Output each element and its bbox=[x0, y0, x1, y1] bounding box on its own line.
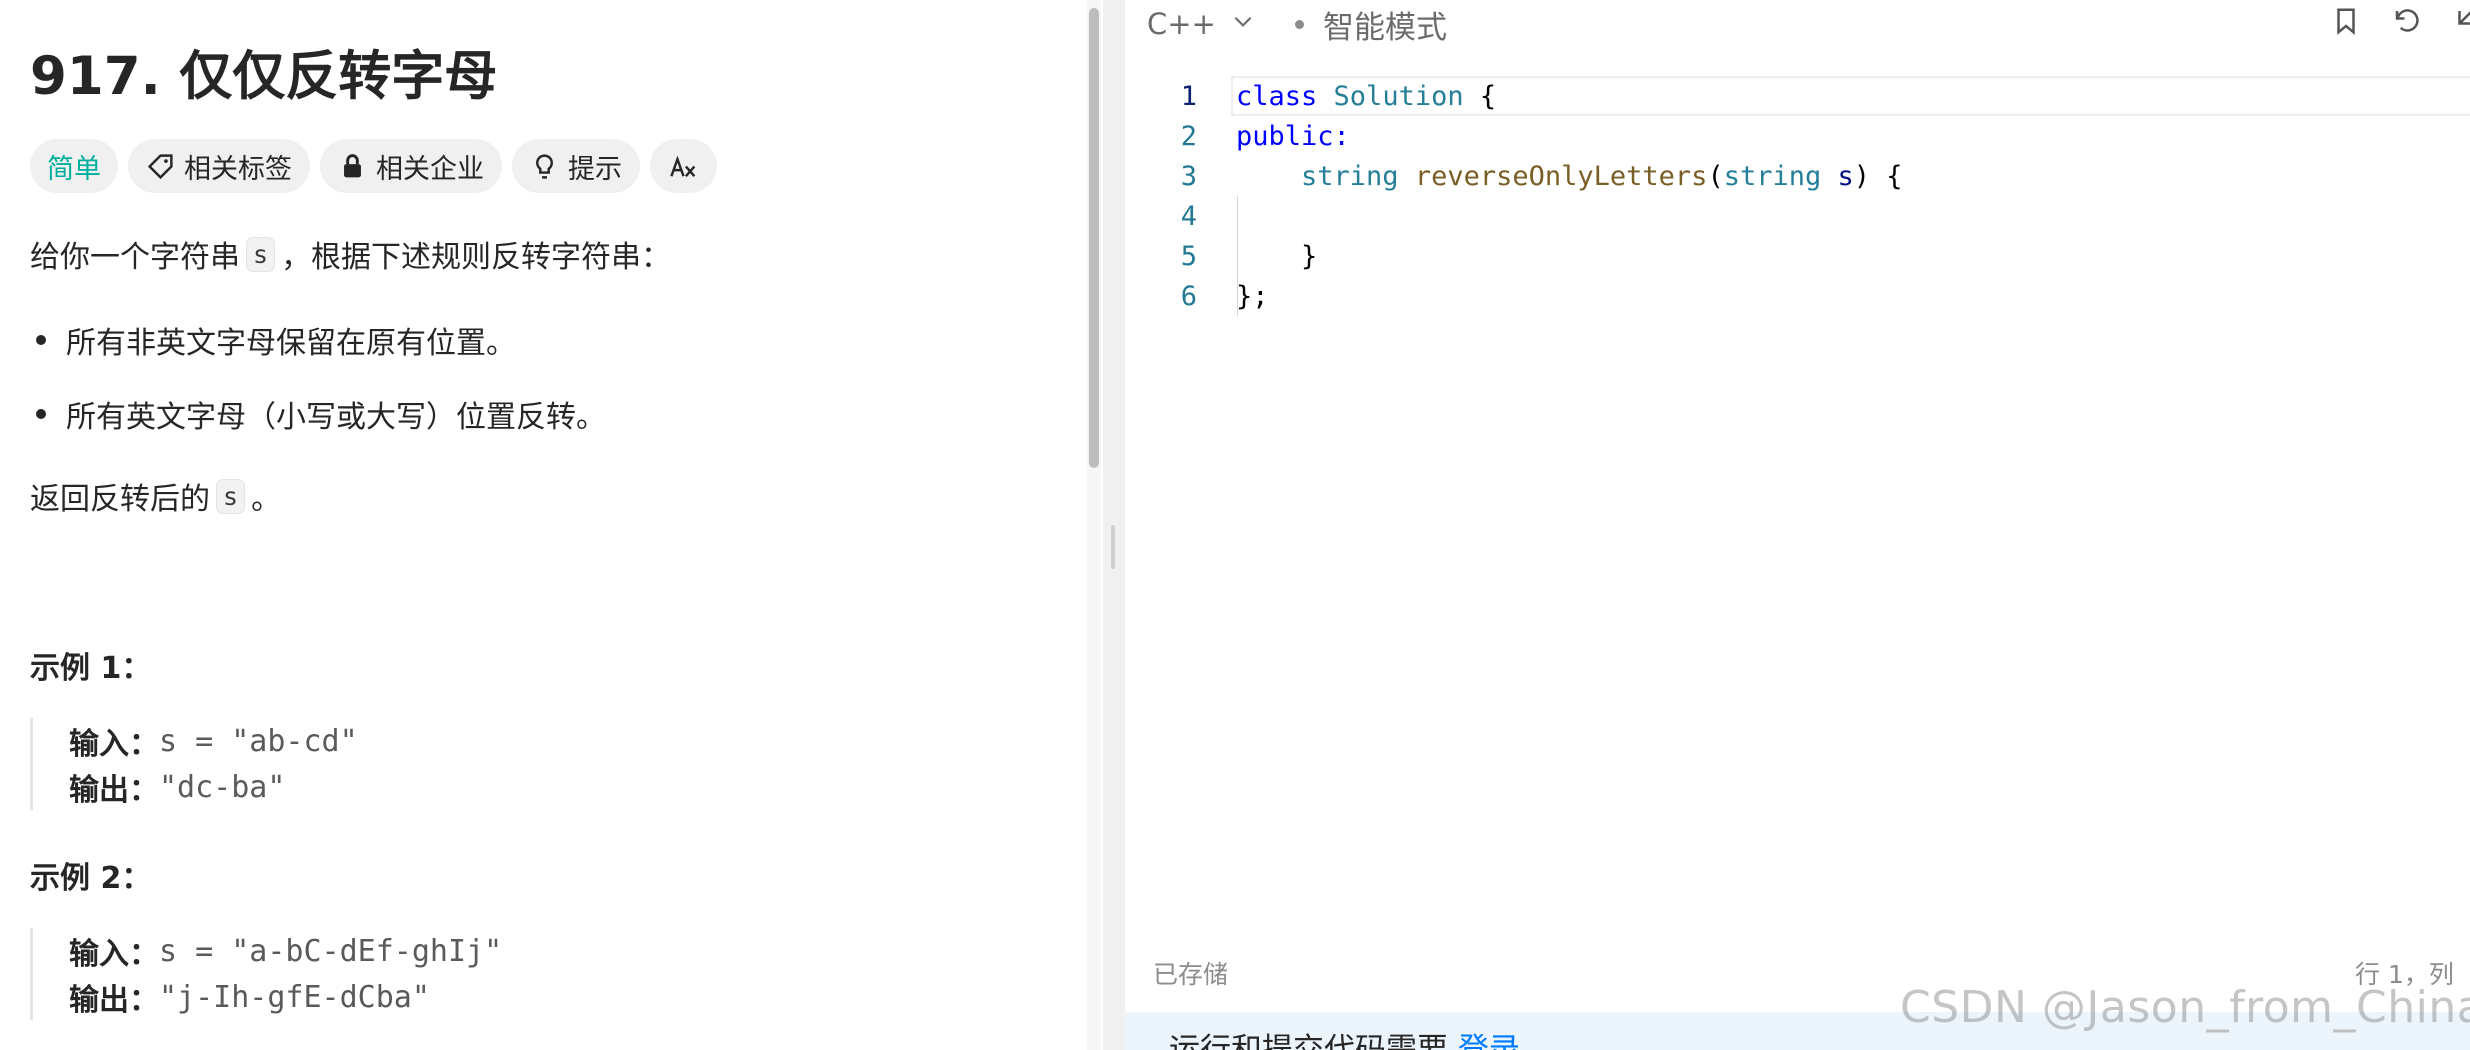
hint-tag-button[interactable]: 提示 bbox=[512, 139, 640, 193]
language-select[interactable]: C++ bbox=[1147, 0, 1256, 48]
smart-mode-toggle[interactable]: 智能模式 bbox=[1323, 0, 1447, 48]
reset-code-button[interactable] bbox=[2388, 4, 2426, 42]
problem-title: 917. 仅仅反转字母 bbox=[30, 46, 498, 107]
scrollbar-thumb[interactable] bbox=[1089, 8, 1099, 468]
login-prompt: 运行和提交代码需要 登录 bbox=[1169, 1024, 1520, 1050]
mode-dot-icon bbox=[1295, 20, 1304, 29]
bullet-icon bbox=[36, 335, 46, 345]
translate-button[interactable] bbox=[650, 139, 717, 193]
panel-resize-divider[interactable] bbox=[1103, 0, 1125, 1050]
example-title: 示例 2： bbox=[30, 861, 152, 896]
saved-status: 已存储 bbox=[1153, 960, 1229, 989]
bookmark-icon bbox=[2331, 6, 2361, 40]
language-label: C++ bbox=[1147, 7, 1216, 41]
tag-row: 简单 相关标签 相关企业 提示 bbox=[30, 139, 717, 193]
code-editor[interactable]: 1 class Solution { 2 public: 3 string re… bbox=[1125, 70, 2470, 950]
problem-panel: 917. 仅仅反转字母 简单 相关标签 相关企业 提示 给你一个字符串 s ，根… bbox=[0, 0, 1090, 1050]
example-input: 输入： s = "ab-cd" bbox=[69, 723, 358, 763]
topics-tag-button[interactable]: 相关标签 bbox=[128, 139, 310, 193]
drag-handle[interactable] bbox=[1111, 525, 1115, 569]
collapse-icon bbox=[2447, 6, 2470, 40]
watermark: CSDN @Jason_from_China bbox=[1900, 982, 2470, 1033]
description-scrollbar[interactable] bbox=[1087, 0, 1101, 1050]
lightbulb-icon bbox=[530, 152, 559, 181]
inline-code: s bbox=[246, 236, 276, 272]
line-number: 5 bbox=[1180, 240, 1197, 272]
example-output: 输出： "j-Ih-gfE-dCba" bbox=[69, 979, 430, 1019]
chevron-down-icon bbox=[1230, 7, 1256, 41]
companies-tag-label: 相关企业 bbox=[376, 153, 484, 185]
undo-icon bbox=[2392, 6, 2422, 40]
return-paragraph: 返回反转后的 s 。 bbox=[30, 474, 281, 518]
rule-item: 所有非英文字母保留在原有位置。 bbox=[36, 318, 516, 362]
difficulty-badge[interactable]: 简单 bbox=[30, 139, 118, 193]
example-title: 示例 1： bbox=[30, 651, 152, 686]
line-number: 3 bbox=[1180, 160, 1197, 192]
line-number: 6 bbox=[1180, 280, 1197, 312]
collapse-button[interactable] bbox=[2443, 4, 2470, 42]
bullet-icon bbox=[36, 409, 46, 419]
line-number: 2 bbox=[1180, 120, 1197, 152]
hint-tag-label: 提示 bbox=[568, 153, 622, 185]
example-block: 输入： s = "a-bC-dEf-ghIj" 输出： "j-Ih-gfE-dC… bbox=[30, 928, 502, 1020]
translate-icon bbox=[669, 152, 698, 181]
tag-icon bbox=[146, 152, 175, 181]
example-block: 输入： s = "ab-cd" 输出： "dc-ba" bbox=[30, 718, 358, 810]
editor-toolbar: C++ 智能模式 bbox=[1125, 0, 2470, 48]
inline-code: s bbox=[216, 478, 246, 514]
editor-panel: C++ 智能模式 1 class Solution {2 public: 3 … bbox=[1125, 0, 2470, 1050]
example-output: 输出： "dc-ba" bbox=[69, 769, 286, 809]
bookmark-button[interactable] bbox=[2327, 4, 2365, 42]
line-number: 1 bbox=[1180, 80, 1197, 112]
line-number: 4 bbox=[1180, 200, 1197, 232]
lock-icon bbox=[338, 152, 367, 181]
companies-tag-button[interactable]: 相关企业 bbox=[320, 139, 502, 193]
example-input: 输入： s = "a-bC-dEf-ghIj" bbox=[69, 933, 503, 973]
rule-item: 所有英文字母（小写或大写）位置反转。 bbox=[36, 392, 606, 436]
topics-tag-label: 相关标签 bbox=[184, 153, 292, 185]
login-link[interactable]: 登录 bbox=[1458, 1032, 1520, 1050]
description-paragraph: 给你一个字符串 s ，根据下述规则反转字符串： bbox=[30, 232, 671, 276]
